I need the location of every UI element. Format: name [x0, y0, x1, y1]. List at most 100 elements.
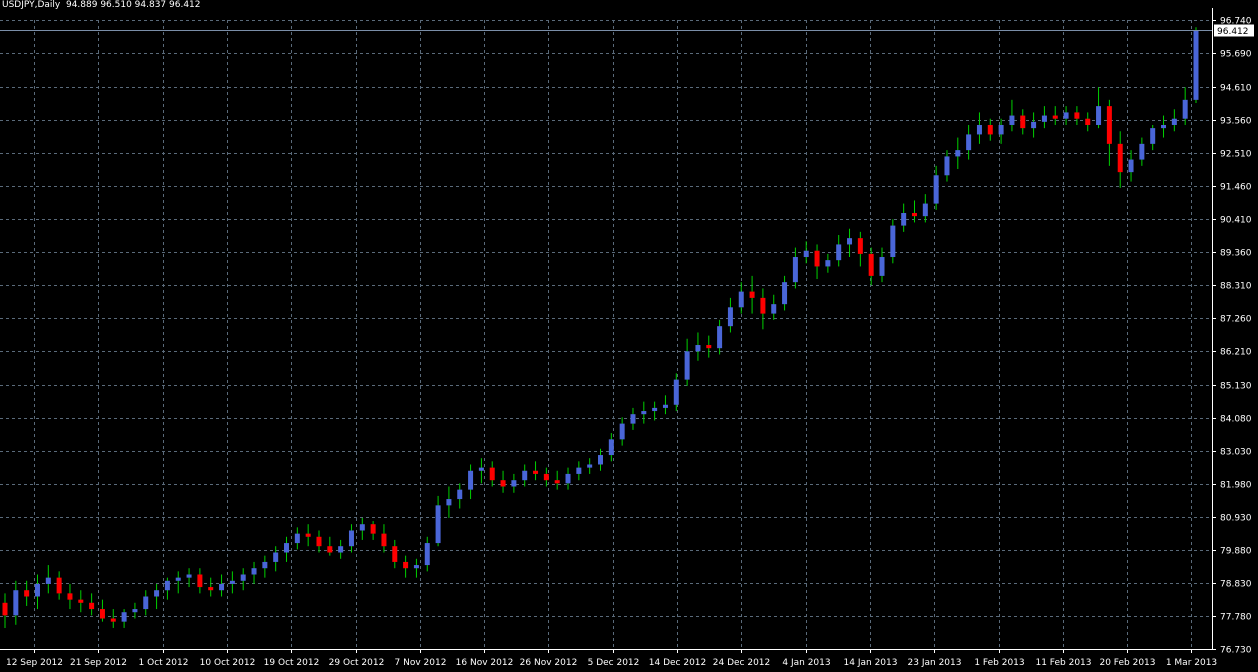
x-tick-label: 29 Oct 2012 [329, 658, 385, 668]
y-tick-label: 76.730 [1220, 646, 1252, 656]
x-tick-label: 10 Oct 2012 [200, 658, 256, 668]
candle-bear [543, 473, 549, 481]
candle-bear [381, 533, 387, 547]
candle-bull [154, 590, 160, 597]
x-tick-label: 14 Dec 2012 [649, 658, 707, 668]
x-tick-label: 1 Feb 2013 [974, 658, 1024, 668]
candle-bear [1074, 112, 1080, 119]
candle-bull [1031, 121, 1037, 129]
candle-bull [1063, 112, 1069, 119]
y-tick-label: 77.780 [1220, 613, 1252, 623]
candle-bull [803, 250, 809, 258]
price-chart[interactable]: 96.412 96.740 95.690 94.610 93.560 92.510 91.… [0, 0, 1258, 668]
chart-header-text: USDJPY,Daily 94.889 96.510 94.837 96.412 [2, 0, 201, 10]
candle-bull [933, 175, 939, 204]
candle-bull [684, 351, 690, 380]
candle-bull [695, 345, 701, 352]
candle-bear [392, 546, 398, 562]
x-tick-label: 24 Dec 2012 [713, 658, 771, 668]
candle-bull [608, 439, 614, 456]
y-tick-label: 86.210 [1220, 348, 1252, 358]
candle-bull [273, 552, 279, 562]
x-tick-label: 11 Feb 2013 [1035, 658, 1091, 668]
candle-bull [1128, 159, 1134, 173]
y-tick-label: 79.880 [1220, 547, 1252, 557]
candle-bull [847, 238, 853, 245]
y-tick-label: 85.130 [1220, 382, 1252, 392]
candle-bear [99, 609, 105, 619]
candle-bear [868, 253, 874, 276]
candle-bear [67, 593, 73, 600]
candle-bull [717, 326, 723, 349]
candle-bull [944, 156, 950, 176]
candle-bear [857, 238, 863, 254]
candle-bear [197, 574, 203, 588]
candle-bull [34, 583, 40, 597]
candle-bear [706, 345, 712, 349]
x-tick-label: 16 Nov 2012 [456, 658, 514, 668]
candle-bull [922, 203, 928, 217]
candle-bull [457, 489, 463, 500]
y-tick-label: 89.360 [1220, 249, 1252, 259]
x-tick-label: 20 Feb 2013 [1099, 658, 1155, 668]
y-tick-label: 95.690 [1220, 50, 1252, 60]
y-tick-label: 96.740 [1220, 17, 1252, 27]
x-tick-label: 14 Jan 2013 [844, 658, 898, 668]
candle-bull [175, 577, 181, 581]
candle-bear [208, 587, 214, 591]
x-tick-label: 12 Sep 2012 [6, 658, 63, 668]
candle-bear [911, 213, 917, 217]
candle-bear [403, 561, 409, 569]
candle-bear [327, 546, 333, 553]
y-tick-label: 84.080 [1220, 415, 1252, 425]
candle-bull [1161, 124, 1167, 129]
candle-bear [554, 480, 560, 484]
candle-bull [792, 257, 798, 283]
current-price-label: 96.412 [1217, 27, 1249, 37]
x-tick-label: 5 Dec 2012 [588, 658, 640, 668]
candle-bull [284, 543, 290, 553]
y-tick-label: 88.310 [1220, 282, 1252, 292]
candle-bull [890, 225, 896, 258]
candle-bull [186, 574, 192, 578]
candle-bear [814, 250, 820, 267]
candle-bull [652, 407, 658, 412]
candle-bull [587, 464, 593, 468]
candle-bull [771, 304, 777, 314]
candle-bull [219, 583, 225, 591]
candle-bull [825, 260, 831, 267]
candle-bear [1052, 115, 1058, 119]
candle-bull [598, 455, 603, 465]
x-tick-label: 21 Sep 2012 [70, 658, 127, 668]
x-tick-label: 26 Nov 2012 [520, 658, 578, 668]
candle-bull [727, 307, 733, 327]
price-line-layer: 96.412 [0, 24, 1254, 37]
grid-layer [0, 20, 1212, 650]
candle-bull [630, 414, 636, 424]
candle-bull [738, 291, 744, 308]
candle-bull [619, 423, 625, 440]
candle-bull [478, 467, 484, 471]
candle-bull [901, 213, 907, 226]
x-tick-label: 7 Nov 2012 [395, 658, 447, 668]
candle-bear [305, 533, 311, 537]
candle-bear [316, 536, 322, 547]
candle-bull [522, 470, 528, 481]
candle-bear [24, 590, 30, 597]
x-tick-label: 1 Mar 2013 [1166, 658, 1217, 668]
candle-bear [749, 291, 755, 298]
y-tick-label: 81.980 [1220, 481, 1252, 491]
candle-bull [673, 379, 679, 405]
candle-bear [89, 602, 95, 610]
candle-bear [56, 577, 62, 594]
candle-bull [240, 574, 246, 581]
candle-bear [500, 480, 506, 487]
candle-bull [836, 244, 842, 261]
candle-bear [1106, 106, 1112, 144]
candle-bull [565, 473, 571, 484]
candlestick-chart-svg[interactable]: 96.412 96.740 95.690 94.610 93.560 92.510 91.… [0, 0, 1258, 668]
candle-bull [229, 580, 235, 584]
candle-bull [1193, 30, 1199, 100]
candle-bull [338, 546, 344, 553]
candle-bear [1117, 143, 1123, 173]
